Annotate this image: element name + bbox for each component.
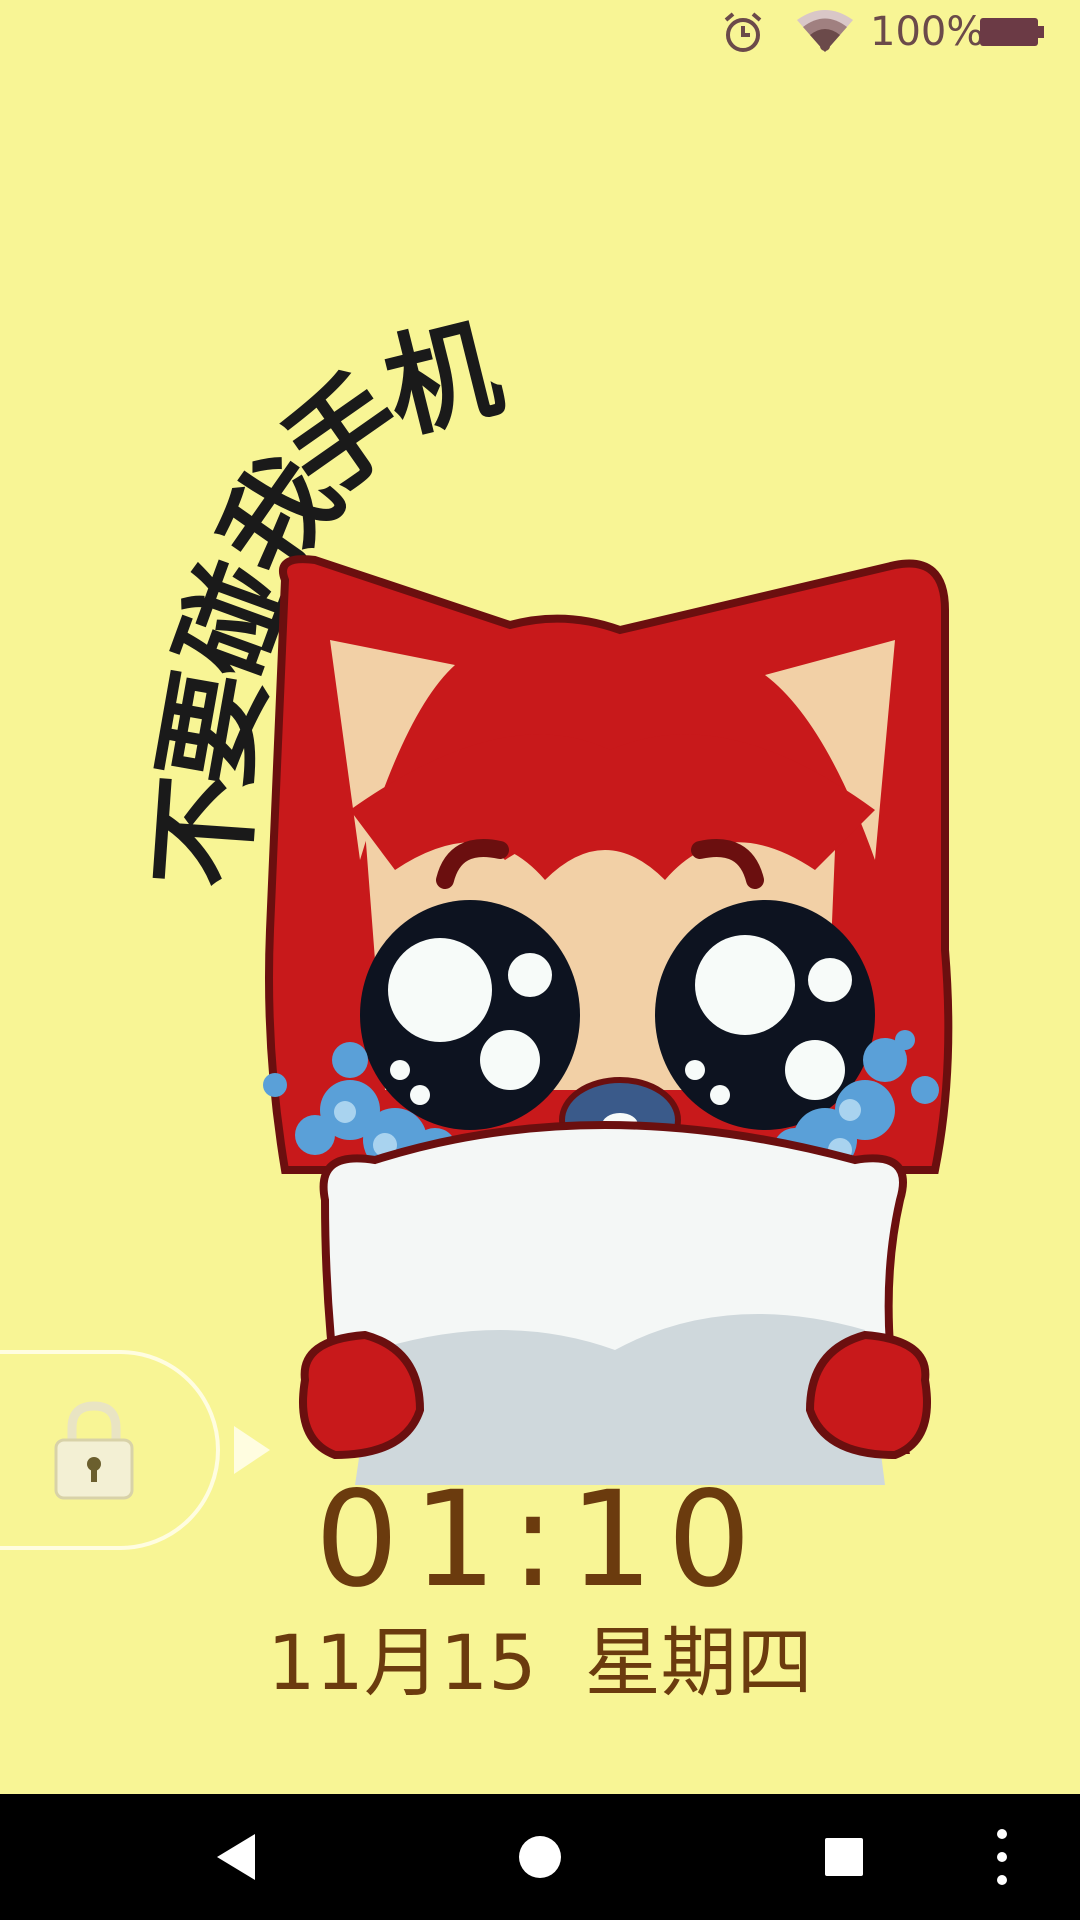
- alarm-icon: [724, 12, 762, 52]
- unlock-arrow-icon: [234, 1426, 270, 1474]
- clock-time: 01:10: [314, 1463, 766, 1617]
- battery-icon: [980, 18, 1044, 46]
- navigation-bar: [0, 1794, 1080, 1920]
- clock-weekday: 星期四: [584, 1618, 813, 1707]
- clock-date-line: 11月15 星期四: [0, 1618, 1080, 1708]
- recents-icon[interactable]: [783, 1794, 903, 1920]
- back-icon[interactable]: [177, 1794, 297, 1920]
- fox-illustration: [263, 555, 953, 1485]
- status-bar: 100%: [0, 0, 1080, 64]
- home-icon[interactable]: [480, 1794, 600, 1920]
- battery-percentage: 100%: [870, 9, 985, 55]
- lock-screen: 100% 不 要 碰 我 手 机 01:10 11月15 星期四: [0, 0, 1080, 1920]
- wifi-icon: [797, 10, 853, 52]
- more-icon[interactable]: [962, 1794, 1042, 1920]
- clock-date: 11月15: [267, 1618, 537, 1707]
